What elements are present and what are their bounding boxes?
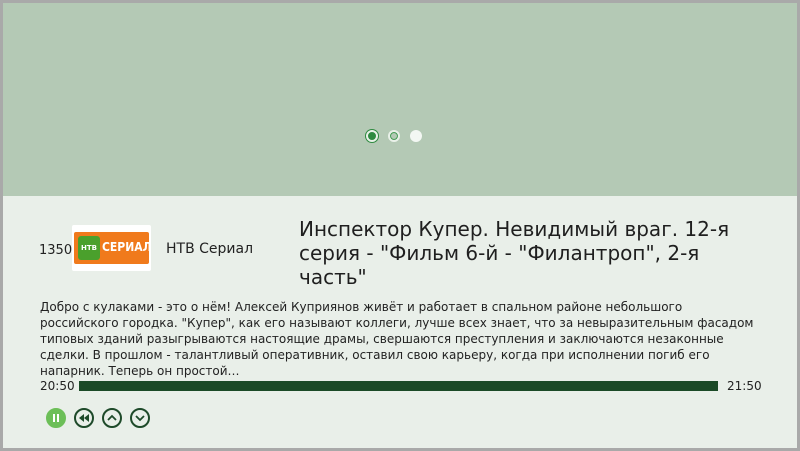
pause-button[interactable] [46,408,66,428]
start-time: 20:50 [40,379,75,393]
carousel-dot-1[interactable] [366,130,378,142]
logo-badge: НТВ [78,236,100,260]
chevron-down-icon [135,415,145,422]
program-panel: 1350 НТВ СЕРИАЛ НТВ Сериал Инспектор Куп… [3,196,797,448]
up-button[interactable] [102,408,122,428]
carousel-dot-2[interactable] [388,130,400,142]
channel-number: 1350 [39,243,73,258]
rewind-button[interactable] [74,408,94,428]
end-time: 21:50 [727,379,762,393]
program-title: Инспектор Купер. Невидимый враг. 12-я се… [299,217,730,289]
program-description: Добро с кулаками - это о нём! Алексей Ку… [40,300,754,378]
carousel-dot-3[interactable] [410,130,422,142]
down-button[interactable] [130,408,150,428]
playback-controls [46,408,150,428]
rewind-icon [79,414,89,422]
channel-logo: НТВ СЕРИАЛ [72,225,152,271]
carousel-dots [366,130,422,146]
chevron-up-icon [107,414,117,421]
pause-icon [53,414,59,422]
app-frame: 1350 НТВ СЕРИАЛ НТВ Сериал Инспектор Куп… [3,3,797,448]
logo-label: СЕРИАЛ [102,240,152,254]
hero-banner [3,3,797,196]
progress-fill [79,381,718,391]
channel-name: НТВ Сериал [166,241,254,257]
progress-bar[interactable] [79,381,718,391]
